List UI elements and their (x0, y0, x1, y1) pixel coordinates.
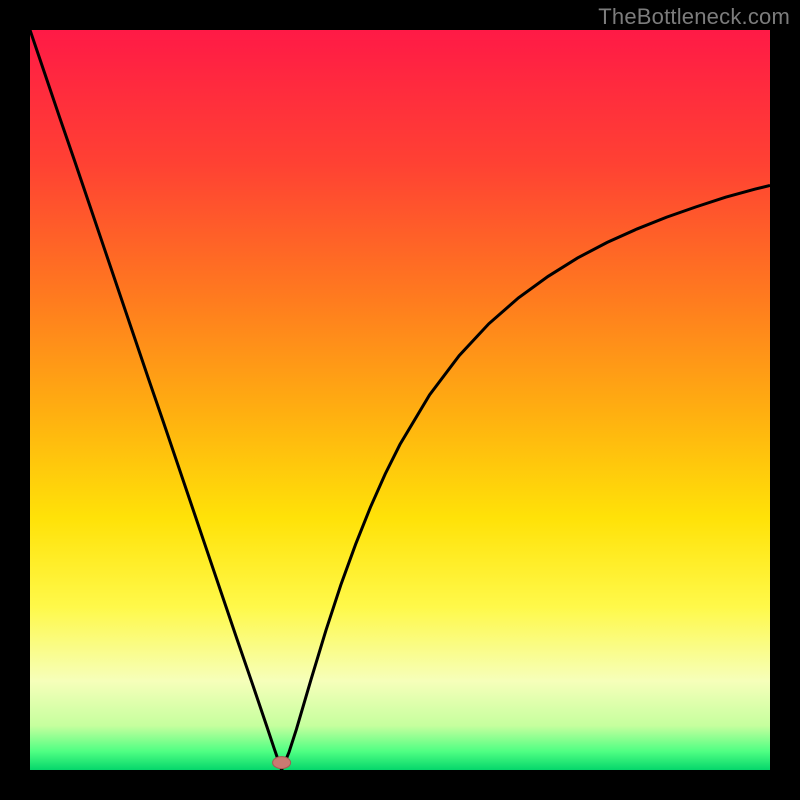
gradient-background (30, 30, 770, 770)
plot-area (30, 30, 770, 770)
chart-svg (30, 30, 770, 770)
chart-frame: TheBottleneck.com (0, 0, 800, 800)
watermark-text: TheBottleneck.com (598, 4, 790, 30)
optimum-marker (273, 757, 291, 769)
